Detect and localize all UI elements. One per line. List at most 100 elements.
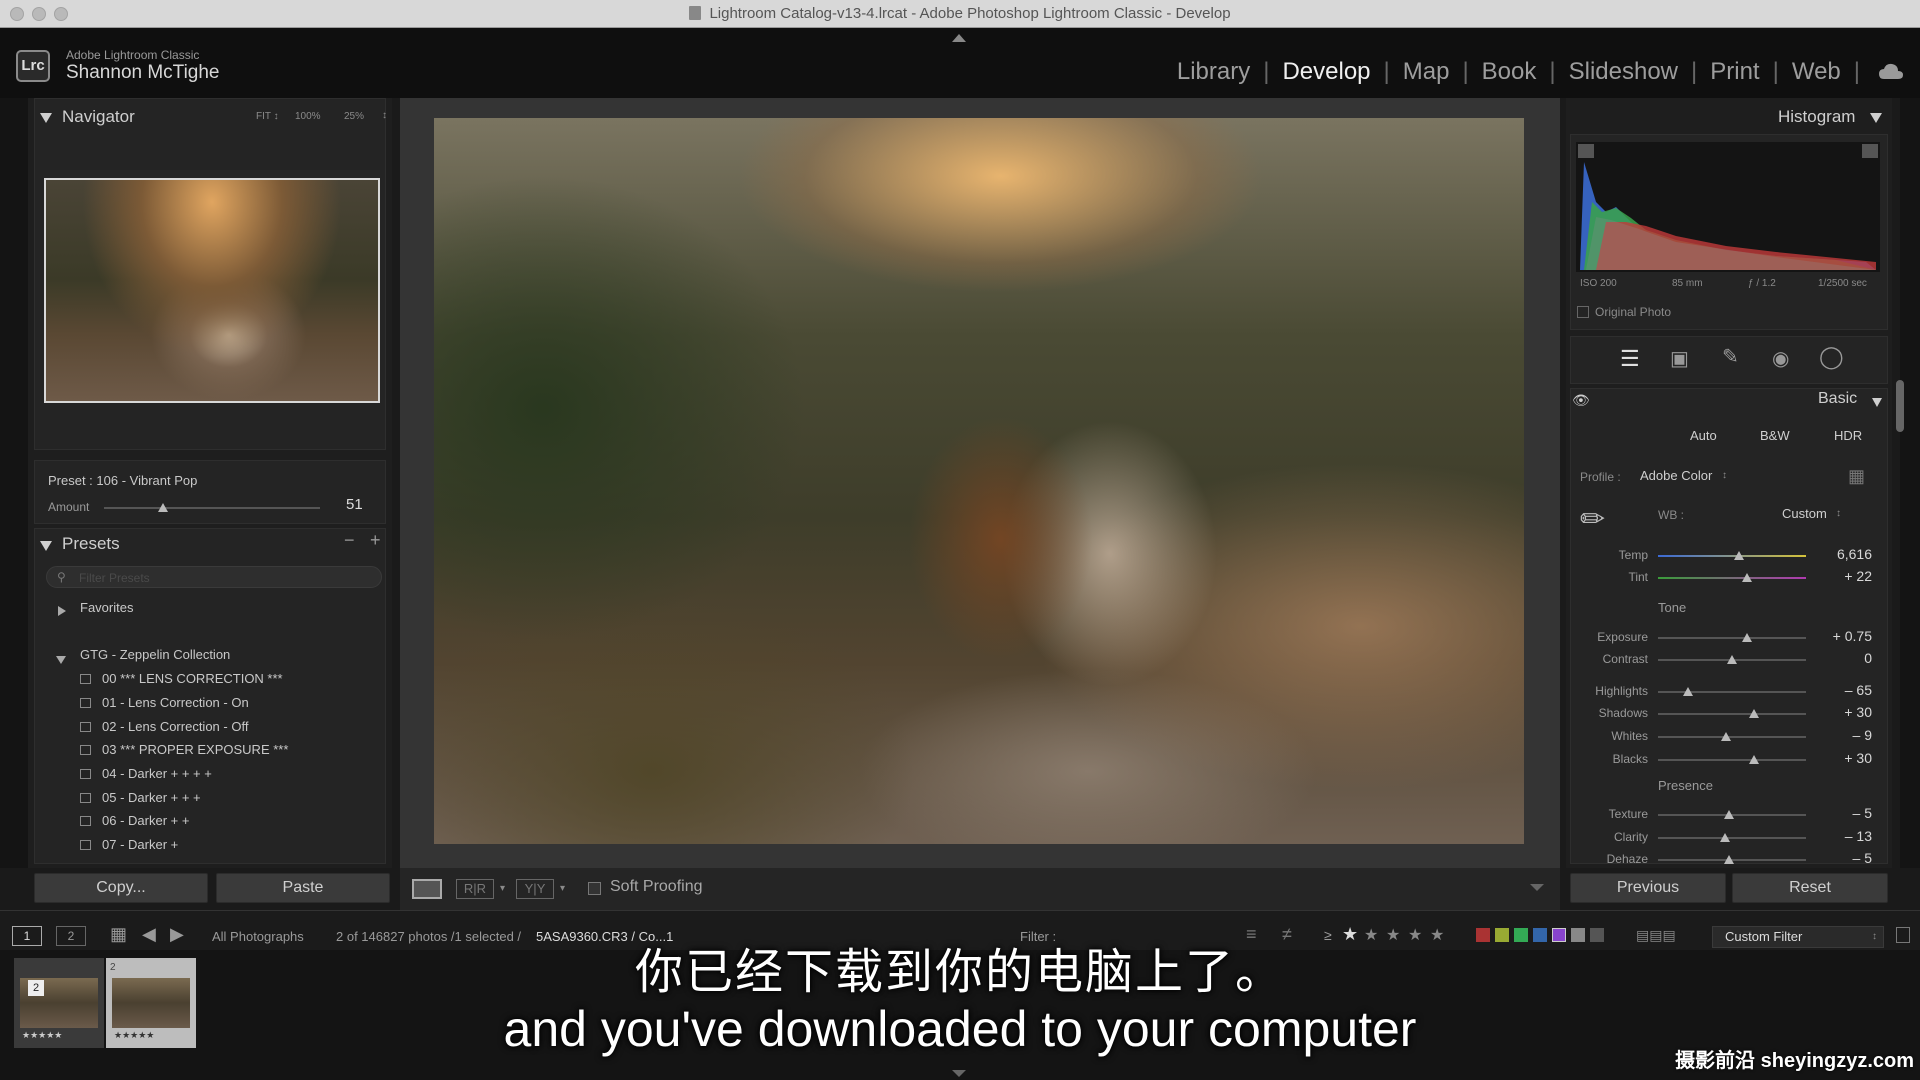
preset-collection[interactable]: GTG - Zeppelin Collection xyxy=(80,647,230,662)
preset-item[interactable]: 02 - Lens Correction - Off xyxy=(80,719,248,734)
main-photo[interactable] xyxy=(434,118,1524,844)
reset-button[interactable]: Reset xyxy=(1732,873,1888,903)
navigator-preview[interactable] xyxy=(44,178,380,403)
collection-collapse-icon[interactable] xyxy=(56,651,66,669)
filter-presets-input[interactable]: ⚲ Filter Presets xyxy=(46,566,382,588)
original-photo-checkbox[interactable] xyxy=(1577,306,1589,318)
slider-thumb-texture[interactable] xyxy=(1724,810,1735,819)
toolbar-menu-icon[interactable] xyxy=(1530,884,1544,891)
wb-select[interactable]: Custom xyxy=(1782,506,1827,521)
cloud-sync-icon[interactable] xyxy=(1878,62,1904,82)
profile-dropdown-icon[interactable]: ↕ xyxy=(1722,470,1727,481)
slider-thumb-tint[interactable] xyxy=(1741,573,1752,582)
zoom-25[interactable]: 25% xyxy=(344,111,364,122)
slider-value-clarity[interactable]: – 13 xyxy=(1812,828,1872,844)
auto-button[interactable]: Auto xyxy=(1690,428,1717,443)
preset-item[interactable]: 06 - Darker + + xyxy=(80,813,189,828)
panel-visibility-eye-icon[interactable]: 👁 xyxy=(1572,392,1590,409)
slider-track-exposure[interactable] xyxy=(1658,637,1806,639)
slider-value-exposure[interactable]: + 0.75 xyxy=(1812,628,1872,644)
remove-preset-button[interactable]: − xyxy=(344,530,355,551)
slider-value-dehaze[interactable]: – 5 xyxy=(1812,850,1872,866)
slider-thumb-dehaze[interactable] xyxy=(1724,855,1735,864)
slider-thumb-exposure[interactable] xyxy=(1741,633,1752,642)
preset-icon xyxy=(80,769,91,779)
paste-settings-button[interactable]: Paste xyxy=(216,873,390,903)
masking-icon[interactable]: ◯ xyxy=(1819,344,1844,370)
top-panel-toggle-icon[interactable] xyxy=(952,34,966,42)
slider-value-highlights[interactable]: – 65 xyxy=(1812,682,1872,698)
copy-settings-button[interactable]: Copy... xyxy=(34,873,208,903)
before-after-menu-icon[interactable]: ▾ xyxy=(500,883,505,894)
slider-thumb-temp[interactable] xyxy=(1734,551,1745,560)
slider-thumb-blacks[interactable] xyxy=(1749,755,1760,764)
preset-item[interactable]: 04 - Darker + + + + xyxy=(80,766,212,781)
edit-sliders-icon[interactable]: ☰ xyxy=(1620,346,1640,372)
slider-value-temp[interactable]: 6,616 xyxy=(1812,546,1872,562)
slider-value-texture[interactable]: – 5 xyxy=(1812,805,1872,821)
slider-track-blacks[interactable] xyxy=(1658,759,1806,761)
preset-item[interactable]: 05 - Darker + + + xyxy=(80,790,201,805)
slider-thumb-shadows[interactable] xyxy=(1749,709,1760,718)
slider-thumb-contrast[interactable] xyxy=(1727,655,1737,664)
loupe-view-button[interactable] xyxy=(412,879,442,899)
preset-item[interactable]: 01 - Lens Correction - On xyxy=(80,695,249,710)
histogram-graph[interactable] xyxy=(1576,142,1880,272)
amount-value[interactable]: 51 xyxy=(346,496,363,513)
swap-before-after-icon[interactable]: Y|Y xyxy=(516,879,554,899)
navigator-collapse-icon[interactable] xyxy=(40,110,52,128)
profile-browser-grid-icon[interactable]: ▦ xyxy=(1848,466,1865,487)
slider-thumb-whites[interactable] xyxy=(1721,732,1732,741)
zoom-100[interactable]: 100% xyxy=(295,111,321,122)
basic-collapse-icon[interactable] xyxy=(1872,394,1882,412)
before-after-icon[interactable]: R|R xyxy=(456,879,494,899)
module-develop[interactable]: Develop xyxy=(1269,58,1383,86)
slider-thumb-highlights[interactable] xyxy=(1682,687,1693,696)
module-slideshow[interactable]: Slideshow xyxy=(1556,58,1691,86)
zoom-menu-icon[interactable]: ↕ xyxy=(382,110,387,121)
bw-button[interactable]: B&W xyxy=(1760,428,1790,443)
preset-item[interactable]: 07 - Darker + xyxy=(80,837,178,852)
histogram-collapse-icon[interactable] xyxy=(1870,110,1882,128)
red-eye-icon[interactable]: ◉ xyxy=(1772,346,1789,371)
slider-value-shadows[interactable]: + 30 xyxy=(1812,704,1872,720)
preset-item[interactable]: 03 *** PROPER EXPOSURE *** xyxy=(80,742,288,757)
bottom-panel-toggle-icon[interactable] xyxy=(952,1070,966,1077)
add-preset-button[interactable]: + xyxy=(370,530,381,551)
profile-select[interactable]: Adobe Color xyxy=(1640,468,1712,483)
slider-track-shadows[interactable] xyxy=(1658,713,1806,715)
module-print[interactable]: Print xyxy=(1697,58,1772,86)
favorites-folder[interactable]: Favorites xyxy=(80,600,133,615)
soft-proofing-checkbox[interactable] xyxy=(588,882,601,895)
slider-track-temp[interactable] xyxy=(1658,555,1806,557)
amount-slider-track[interactable] xyxy=(104,507,320,509)
module-book[interactable]: Book xyxy=(1469,58,1550,86)
favorites-expand-icon[interactable] xyxy=(58,603,66,621)
module-web[interactable]: Web xyxy=(1779,58,1854,86)
module-library[interactable]: Library xyxy=(1164,58,1263,86)
slider-value-blacks[interactable]: + 30 xyxy=(1812,750,1872,766)
right-panel-scrollbar[interactable] xyxy=(1896,380,1904,432)
slider-track-clarity[interactable] xyxy=(1658,837,1806,839)
hdr-button[interactable]: HDR xyxy=(1834,428,1862,443)
slider-label-whites: Whites xyxy=(1611,729,1648,743)
healing-eraser-icon[interactable]: ✎ xyxy=(1722,344,1739,369)
preset-icon xyxy=(80,698,91,708)
slider-track-highlights[interactable] xyxy=(1658,691,1806,693)
preset-item[interactable]: 00 *** LENS CORRECTION *** xyxy=(80,671,283,686)
zoom-fit[interactable]: FIT ↕ xyxy=(256,111,279,122)
presets-collapse-icon[interactable] xyxy=(40,538,52,556)
slider-value-contrast[interactable]: 0 xyxy=(1812,650,1872,666)
swap-menu-icon[interactable]: ▾ xyxy=(560,883,565,894)
slider-track-whites[interactable] xyxy=(1658,736,1806,738)
previous-button[interactable]: Previous xyxy=(1570,873,1726,903)
slider-thumb-clarity[interactable] xyxy=(1719,833,1730,842)
wb-eyedropper-icon[interactable]: ✏ xyxy=(1580,502,1605,537)
slider-value-tint[interactable]: + 22 xyxy=(1812,568,1872,584)
module-map[interactable]: Map xyxy=(1390,58,1463,86)
amount-slider-thumb[interactable] xyxy=(158,503,168,512)
wb-dropdown-icon[interactable]: ↕ xyxy=(1836,508,1841,519)
slider-value-whites[interactable]: – 9 xyxy=(1812,727,1872,743)
slider-track-tint[interactable] xyxy=(1658,577,1806,579)
crop-icon[interactable]: ▣ xyxy=(1670,346,1689,371)
